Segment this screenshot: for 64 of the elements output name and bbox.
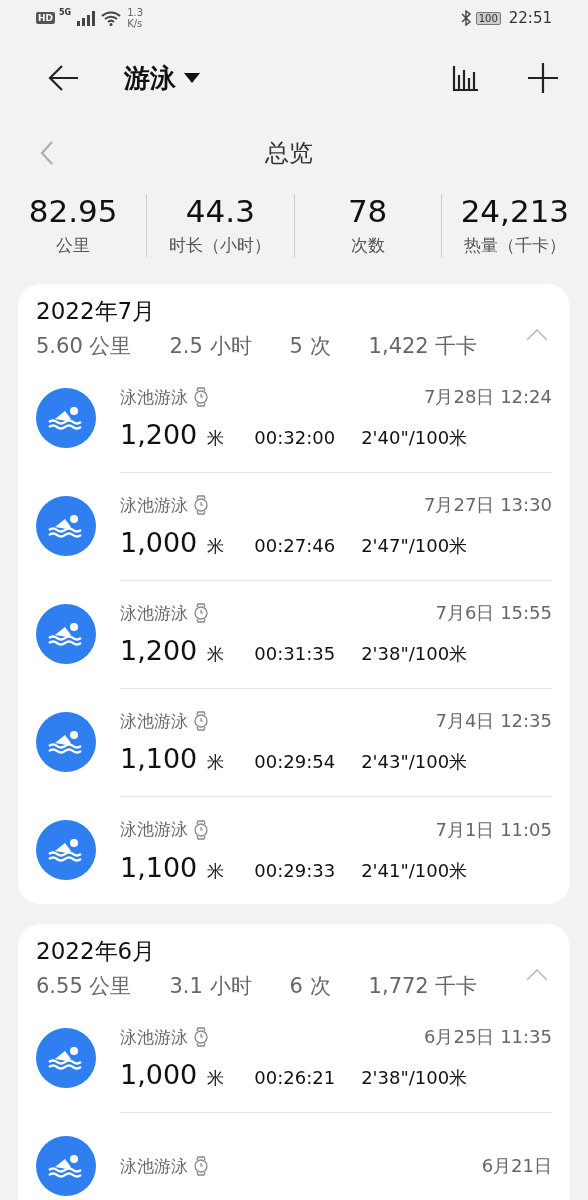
- network-type: 5G: [59, 8, 72, 17]
- distance: 1,200: [120, 635, 198, 666]
- stat-value: 82.95: [28, 193, 118, 228]
- workout-type: 泳池游泳: [120, 493, 188, 517]
- month-summary: 6 次: [289, 973, 331, 1000]
- stat-label: 公里: [56, 233, 91, 257]
- distance-unit: 米: [207, 751, 225, 774]
- network-rate: 1.3: [127, 7, 144, 18]
- workout-type: 泳池游泳: [120, 709, 188, 733]
- month-title: 2022年6月: [36, 937, 157, 966]
- pace: 2'38"/100米: [361, 1066, 468, 1090]
- workout-type: 泳池游泳: [120, 1154, 188, 1178]
- pace: 2'40"/100米: [361, 426, 468, 450]
- distance: 1,200: [120, 419, 198, 450]
- workout-date: 7月1日 11:05: [435, 817, 552, 842]
- pace: 2'38"/100米: [361, 642, 468, 666]
- month-summary: 1,772 千卡: [368, 973, 478, 1000]
- stat-value: 24,213: [460, 193, 570, 228]
- distance: 1,000: [120, 527, 198, 558]
- distance: 1,100: [120, 851, 198, 883]
- pace: 2'43"/100米: [361, 750, 468, 774]
- distance: 1,100: [120, 743, 198, 774]
- distance-unit: 米: [207, 427, 225, 450]
- duration: 00:32:00: [254, 427, 336, 448]
- pace: 2'47"/100米: [361, 534, 468, 558]
- stat-label: 次数: [350, 233, 385, 257]
- workout-date: 6月21日: [481, 1154, 552, 1178]
- stat-label: 热量（千卡）: [463, 233, 566, 257]
- clock: 22:51: [508, 9, 552, 27]
- pace: 2'41"/100米: [361, 858, 468, 883]
- distance-unit: 米: [207, 1067, 225, 1090]
- duration: 00:31:35: [254, 643, 336, 664]
- workout-type: 泳池游泳: [120, 1025, 188, 1049]
- month-summary: 6.55 公里: [36, 973, 132, 1000]
- hd-badge: HD: [36, 12, 55, 24]
- duration: 00:27:46: [254, 535, 336, 556]
- month-title: 2022年7月: [36, 297, 157, 326]
- duration: 00:29:54: [254, 751, 336, 772]
- duration: 00:26:21: [254, 1067, 336, 1088]
- month-summary: 5.60 公里: [36, 333, 132, 360]
- month-summary: 5 次: [289, 333, 331, 360]
- distance: 1,000: [120, 1059, 198, 1090]
- workout-date: 6月25日 11:35: [424, 1025, 552, 1049]
- stat-label: 时长（小时）: [169, 233, 272, 257]
- distance-unit: 米: [207, 643, 225, 666]
- workout-type: 泳池游泳: [120, 818, 188, 841]
- stat-value: 44.3: [185, 193, 255, 228]
- month-summary: 3.1 小时: [169, 973, 252, 1000]
- distance-unit: 米: [207, 859, 225, 883]
- workout-date: 7月28日 12:24: [424, 385, 552, 409]
- month-summary: 1,422 千卡: [368, 333, 478, 360]
- workout-date: 7月27日 13:30: [424, 493, 552, 517]
- workout-date: 7月6日 15:55: [435, 601, 552, 625]
- workout-type: 泳池游泳: [120, 601, 188, 625]
- workout-date: 7月4日 12:35: [435, 709, 552, 733]
- distance-unit: 米: [207, 535, 225, 558]
- sport-title[interactable]: 游泳: [124, 60, 176, 96]
- overview-title: 总览: [264, 138, 314, 169]
- stat-value: 78: [347, 193, 388, 228]
- duration: 00:29:33: [254, 859, 336, 881]
- workout-type: 泳池游泳: [120, 385, 188, 409]
- network-unit: K/s: [127, 18, 144, 29]
- battery-icon: 100: [475, 11, 501, 25]
- month-summary: 2.5 小时: [169, 333, 252, 360]
